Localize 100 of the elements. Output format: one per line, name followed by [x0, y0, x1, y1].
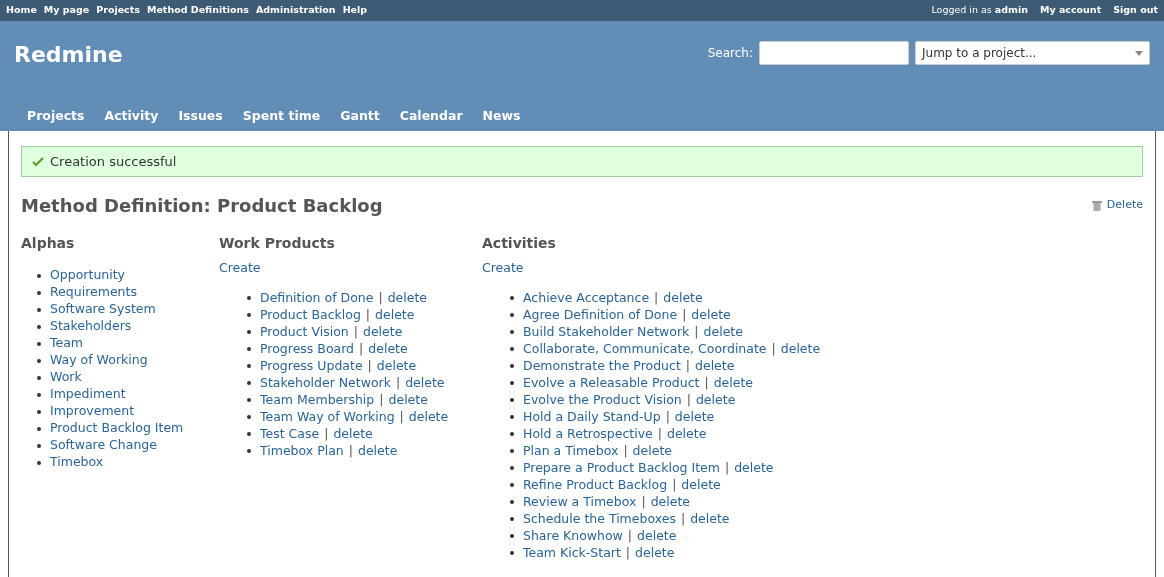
search-field[interactable]: [759, 41, 909, 65]
item-link[interactable]: Stakeholder Network: [260, 373, 391, 393]
delete-link[interactable]: delete: [632, 441, 672, 461]
item-link[interactable]: Build Stakeholder Network: [523, 322, 690, 342]
item-link[interactable]: Product Vision: [260, 322, 349, 342]
flash-text: Creation successful: [50, 152, 177, 171]
delete-link[interactable]: delete: [780, 339, 821, 359]
item-link[interactable]: Hold a Daily Stand-Up: [523, 407, 661, 427]
item-link[interactable]: Progress Board: [260, 339, 355, 359]
alpha-link[interactable]: Way of Working: [50, 351, 148, 370]
alpha-link[interactable]: Timebox: [50, 453, 104, 472]
delete-link[interactable]: delete: [388, 390, 428, 410]
bullet-icon: [510, 415, 514, 420]
separator: |: [627, 526, 633, 545]
delete-link[interactable]: Delete: [1091, 197, 1143, 214]
item-link[interactable]: Evolve a Releasable Product: [523, 373, 700, 393]
delete-link[interactable]: delete: [375, 305, 415, 325]
item-link[interactable]: Collaborate, Communicate, Coordinate: [523, 339, 767, 359]
delete-link[interactable]: delete: [667, 424, 707, 444]
main-menu-tab[interactable]: Gantt: [340, 107, 380, 126]
separator: |: [641, 492, 646, 511]
item-link[interactable]: Product Backlog: [260, 305, 361, 325]
separator: |: [694, 322, 699, 341]
alpha-link[interactable]: Impediment: [50, 385, 126, 404]
project-select[interactable]: Jump to a project...: [915, 41, 1150, 65]
account-link[interactable]: My account: [1039, 3, 1102, 18]
item-link[interactable]: Prepare a Product Backlog Item: [523, 458, 720, 478]
item-link[interactable]: Share Knowhow: [523, 526, 623, 546]
bullet-icon: [510, 500, 514, 505]
top-menu-link[interactable]: Help: [342, 3, 368, 18]
delete-link[interactable]: delete: [333, 424, 373, 444]
delete-link[interactable]: delete: [358, 441, 398, 461]
delete-link[interactable]: delete: [387, 288, 428, 308]
top-menu-link[interactable]: Method Definitions: [146, 3, 249, 18]
item-link[interactable]: Team Kick-Start: [523, 543, 621, 563]
alpha-link[interactable]: Software System: [50, 300, 156, 319]
item-link[interactable]: Agree Definition of Done: [523, 305, 678, 325]
top-menu-link[interactable]: Administration: [255, 3, 336, 18]
item-link[interactable]: Evolve the Product Vision: [523, 390, 682, 410]
top-menu-link[interactable]: My page: [43, 3, 90, 18]
item-link[interactable]: Team Membership: [260, 390, 375, 410]
main-menu-tab[interactable]: Spent time: [242, 107, 321, 126]
delete-link[interactable]: delete: [681, 475, 721, 495]
item-link[interactable]: Progress Update: [260, 356, 363, 376]
item-link[interactable]: Definition of Done: [260, 288, 374, 308]
create-link[interactable]: Create: [219, 259, 482, 278]
alpha-link[interactable]: Requirements: [50, 283, 137, 302]
alpha-link[interactable]: Product Backlog Item: [50, 419, 184, 438]
bullet-icon: [37, 426, 41, 431]
create-link[interactable]: Create: [482, 259, 821, 278]
top-menu-link[interactable]: Projects: [96, 3, 140, 18]
delete-link[interactable]: delete: [674, 407, 715, 427]
item-link[interactable]: Hold a Retrospective: [523, 424, 653, 444]
item-link[interactable]: Test Case: [260, 424, 320, 444]
delete-link[interactable]: delete: [695, 356, 735, 376]
item-link[interactable]: Timebox Plan: [260, 441, 344, 461]
delete-link[interactable]: delete: [637, 526, 677, 546]
account-link[interactable]: Sign out: [1113, 3, 1158, 18]
main-menu-tab[interactable]: Activity: [104, 107, 159, 126]
delete-link[interactable]: delete: [663, 288, 703, 308]
main-menu-tab[interactable]: Projects: [27, 107, 85, 126]
delete-link[interactable]: delete: [376, 356, 417, 376]
separator: |: [623, 441, 628, 460]
alpha-link[interactable]: Team: [50, 334, 84, 353]
main-menu-tab[interactable]: News: [482, 107, 521, 126]
alpha-link[interactable]: Improvement: [50, 402, 135, 421]
delete-link[interactable]: delete: [713, 373, 754, 393]
bullet-icon: [247, 330, 251, 335]
alpha-link[interactable]: Stakeholders: [50, 317, 132, 336]
item-link[interactable]: Team Way of Working: [260, 407, 395, 427]
item-link[interactable]: Plan a Timebox: [523, 441, 619, 461]
item-link[interactable]: Achieve Acceptance: [523, 288, 650, 308]
main-menu-tab[interactable]: Issues: [178, 107, 223, 126]
delete-link[interactable]: delete: [405, 373, 445, 393]
delete-link[interactable]: delete: [703, 322, 743, 342]
item-link[interactable]: Schedule the Timeboxes: [523, 509, 676, 529]
delete-link[interactable]: delete: [734, 458, 774, 478]
delete-link[interactable]: delete: [368, 339, 408, 359]
item-link[interactable]: Refine Product Backlog: [523, 475, 668, 495]
delete-link[interactable]: delete: [362, 322, 403, 342]
bullet-icon: [510, 483, 514, 488]
alpha-link[interactable]: Software Change: [50, 436, 157, 455]
item-link[interactable]: Demonstrate the Product: [523, 356, 681, 376]
main-menu-tab[interactable]: Calendar: [399, 107, 463, 126]
alpha-link[interactable]: Opportunity: [50, 266, 125, 285]
delete-link[interactable]: delete: [691, 305, 731, 325]
bullet-icon: [247, 381, 251, 386]
delete-link[interactable]: delete: [650, 492, 690, 512]
delete-link[interactable]: delete: [695, 390, 736, 410]
page-title: Method Definition: Product Backlog: [21, 194, 383, 218]
bullet-icon: [510, 449, 514, 454]
top-menu-link[interactable]: Home: [6, 3, 37, 18]
search-label: Search:: [707, 45, 753, 62]
alpha-link[interactable]: Work: [50, 368, 82, 387]
separator: |: [324, 424, 329, 443]
item-link[interactable]: Review a Timebox: [523, 492, 637, 512]
delete-link[interactable]: delete: [690, 509, 730, 529]
delete-link[interactable]: delete: [635, 543, 675, 563]
delete-link[interactable]: delete: [408, 407, 449, 427]
bullet-icon: [247, 364, 251, 369]
